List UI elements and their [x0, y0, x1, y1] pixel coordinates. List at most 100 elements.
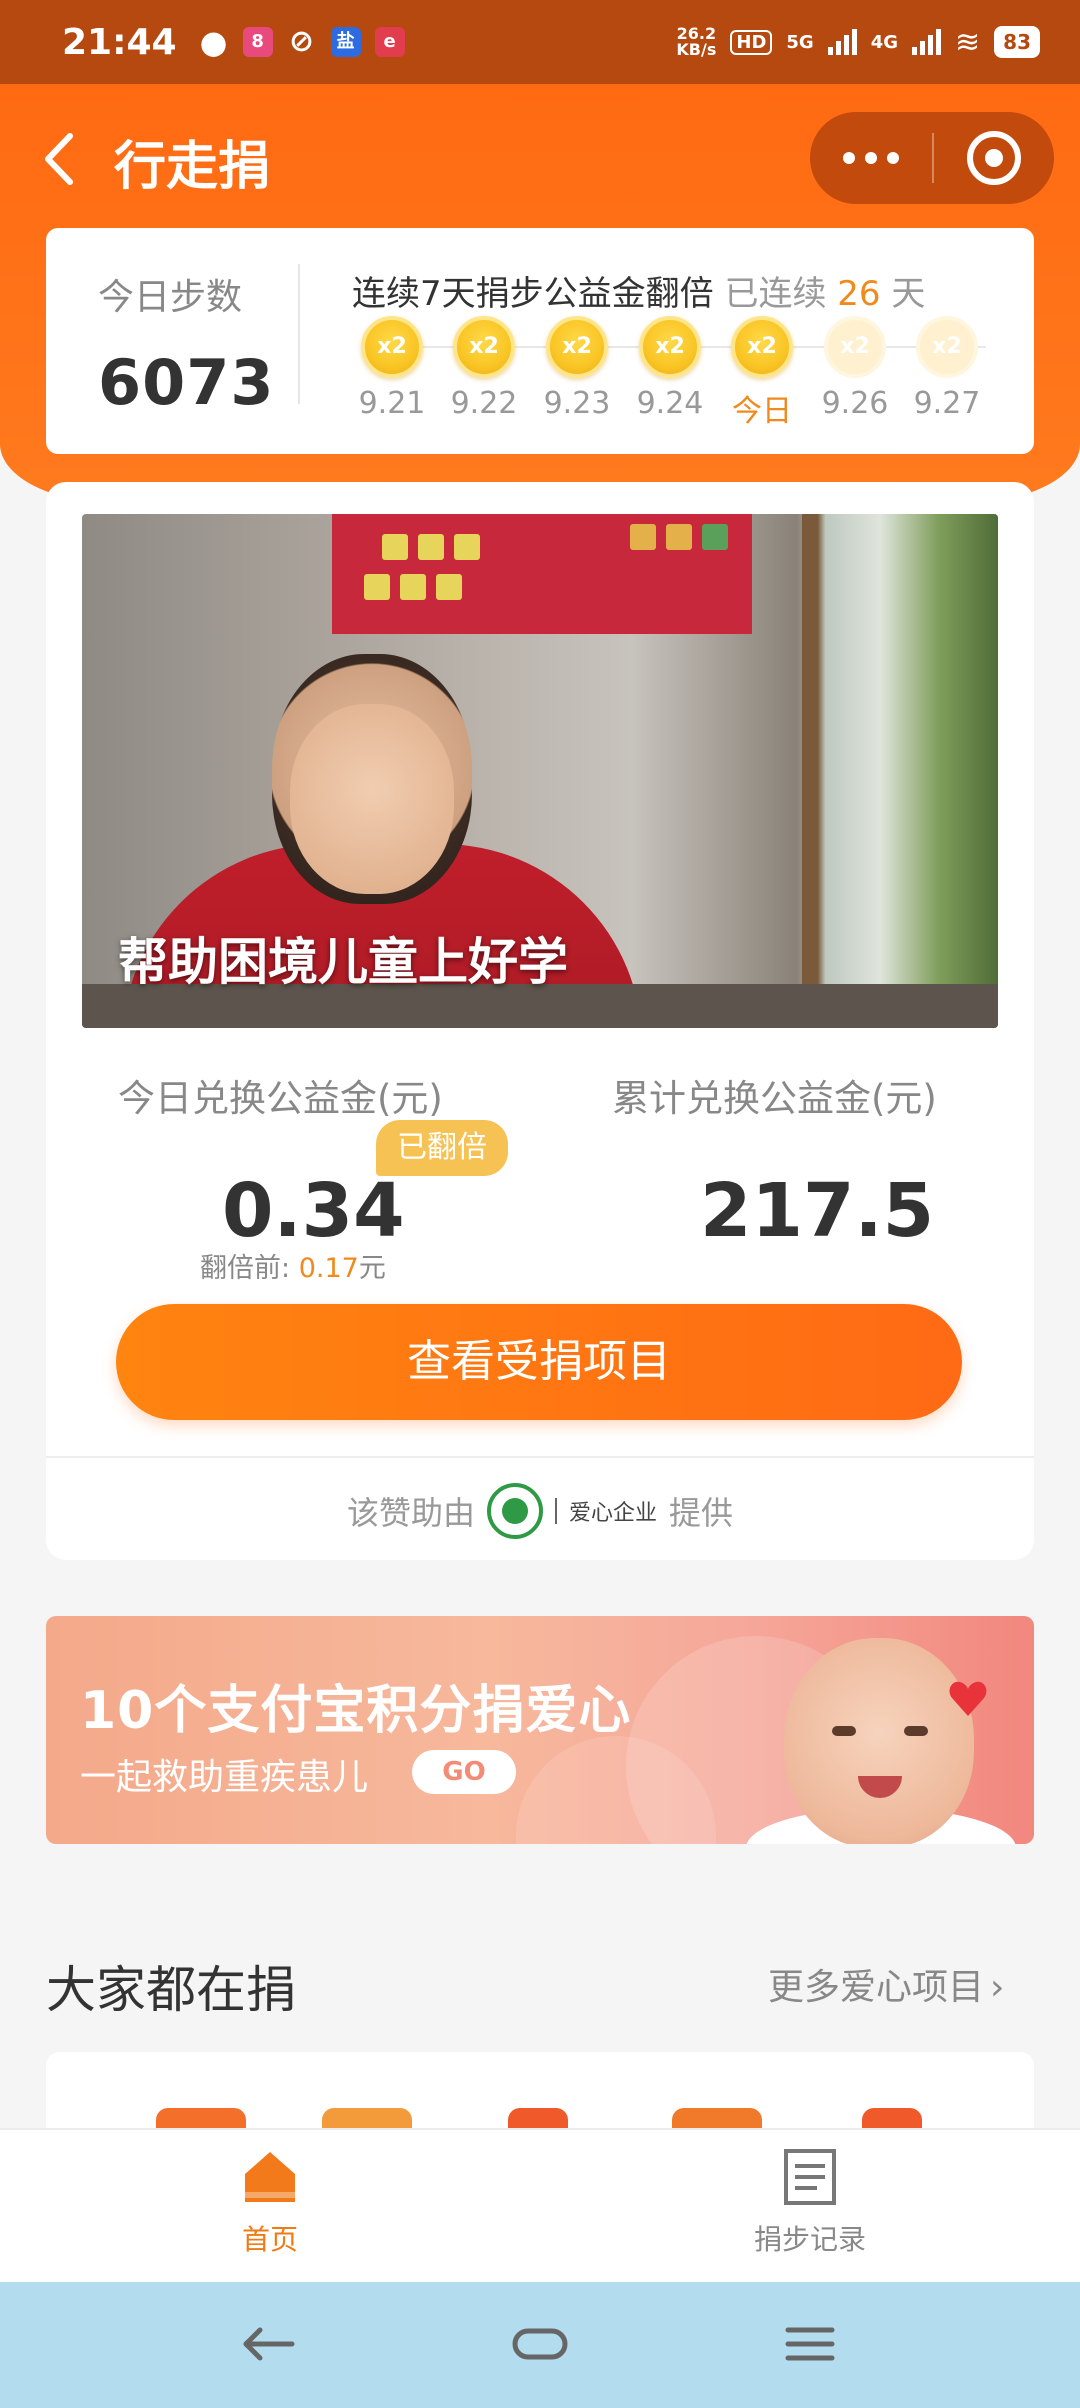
child-face [290, 704, 454, 894]
close-miniapp-button[interactable] [934, 112, 1054, 204]
streak-suffix: 天 [891, 274, 926, 314]
board-sticker [364, 574, 390, 600]
double-coin-icon: x2 [731, 316, 793, 378]
today-exchange-value: 0.34 [222, 1168, 405, 1254]
sponsor-logo-icon [486, 1483, 543, 1539]
signal-icon [827, 29, 857, 55]
page-title: 行走捐 [114, 137, 271, 197]
double-coin-icon: x2 [916, 316, 978, 378]
chat-notification-icon: ● [199, 23, 228, 61]
board-sticker [436, 574, 462, 600]
double-coin-icon: x2 [546, 316, 608, 378]
card-divider [46, 1456, 1034, 1458]
system-back-button[interactable] [230, 2314, 310, 2374]
before-double-note: 翻倍前: 0.17元 [200, 1246, 386, 1285]
before-double-prefix: 翻倍前: [200, 1253, 299, 1284]
tab-records[interactable]: 捐步记录 [660, 2130, 960, 2284]
day-label: 9.24 [636, 386, 704, 421]
arrow-left-icon [243, 2327, 295, 2361]
app-notification-icon: e [374, 27, 405, 57]
day-label: 9.27 [913, 386, 981, 421]
streak-day: x2 9.21 [352, 316, 432, 421]
document-list-icon [784, 2149, 836, 2205]
more-dots-icon [865, 152, 877, 164]
double-coin-icon: x2 [824, 316, 886, 378]
streak-day: x2 9.26 [815, 316, 895, 421]
system-nav-bar [0, 2282, 1080, 2408]
streak-prefix: 已连续 [724, 274, 827, 314]
total-exchange-value: 217.5 [700, 1168, 935, 1254]
more-dots-icon [887, 152, 899, 164]
back-button[interactable] [34, 122, 84, 196]
status-left: 21:44 ● 8 ⊘ 盐 e [62, 22, 405, 63]
classroom-window [802, 514, 998, 1028]
day-label: 9.21 [358, 386, 426, 421]
baby-photo [784, 1638, 974, 1844]
board-sticker [702, 524, 728, 550]
view-project-button[interactable]: 查看受捐项目 [116, 1304, 962, 1420]
app-notification-icon: 盐 [330, 27, 361, 57]
sponsor-separator [554, 1498, 557, 1524]
day-label: 9.22 [450, 386, 518, 421]
net-speed-unit: KB/s [676, 40, 717, 59]
streak-day: x2 9.23 [537, 316, 617, 421]
tab-home-label: 首页 [241, 2223, 298, 2256]
before-double-unit: 元 [358, 1253, 386, 1284]
board-sticker [454, 534, 480, 560]
tab-records-label: 捐步记录 [753, 2223, 866, 2256]
streak-day-today: x2 今日 [722, 316, 802, 430]
more-projects-label: 更多爱心项目 [768, 1967, 985, 2008]
before-double-value: 0.17 [298, 1253, 359, 1284]
heart-icon [949, 1681, 987, 1716]
hd-icon: HD [730, 29, 773, 55]
project-card: 帮助困境儿童上好学 今日兑换公益金(元) 累计兑换公益金(元) 已翻倍 0.34… [46, 482, 1034, 1560]
section-title: 大家都在捐 [46, 1961, 296, 2019]
streak-day: x2 9.24 [630, 316, 710, 421]
streak-title: 连续7天捐步公益金翻倍 已连续 26 天 [352, 266, 925, 315]
bottom-tab-bar: 首页 捐步记录 [0, 2128, 1080, 2282]
baby-eye [904, 1726, 928, 1736]
more-dots-icon [843, 152, 855, 164]
double-coin-icon: x2 [361, 316, 423, 378]
home-icon [245, 2152, 295, 2202]
target-circle-icon [967, 131, 1021, 185]
streak-days-row: x2 9.21 x2 9.22 x2 9.23 x2 9.24 x2 今日 x2… [352, 316, 1032, 446]
signal-icon [912, 29, 942, 55]
baby-eye [832, 1726, 856, 1736]
streak-days: 26 [837, 274, 881, 314]
day-label-today: 今日 [732, 394, 792, 429]
app-notification-icon: ⊘ [289, 24, 315, 59]
board-sticker [382, 534, 408, 560]
nav-bar: 行走捐 [0, 84, 1080, 232]
promo-banner[interactable]: 10个支付宝积分捐爱心 一起救助重疾患儿 GO [46, 1616, 1034, 1844]
board-sticker [666, 524, 692, 550]
streak-rule: 连续7天捐步公益金翻倍 [352, 274, 714, 314]
project-photo[interactable]: 帮助困境儿童上好学 [82, 514, 998, 1028]
steps-card: 今日步数 6073 连续7天捐步公益金翻倍 已连续 26 天 x2 9.21 x… [46, 228, 1034, 454]
promo-go-button[interactable]: GO [412, 1750, 516, 1794]
tab-home[interactable]: 首页 [120, 2130, 420, 2284]
more-button[interactable] [810, 112, 932, 204]
double-coin-icon: x2 [639, 316, 701, 378]
battery-icon: 83 [994, 26, 1040, 58]
net-5g-label: 5G [786, 31, 814, 53]
steps-label: 今日步数 [98, 277, 243, 318]
double-coin-icon: x2 [453, 316, 515, 378]
system-menu-button[interactable] [770, 2314, 850, 2374]
more-projects-link[interactable]: 更多爱心项目 › [768, 1958, 1004, 2010]
status-bar: 21:44 ● 8 ⊘ 盐 e 26.2 KB/s HD 5G 4G ≋ 83 [0, 0, 1080, 84]
streak-day: x2 9.27 [907, 316, 987, 421]
steps-divider [298, 264, 300, 404]
miniapp-capsule [810, 112, 1054, 204]
sponsor-prefix: 该赞助由 [346, 1494, 475, 1532]
project-list-card [46, 2052, 1034, 2132]
app-notification-icon: 8 [242, 27, 273, 57]
board-sticker [418, 534, 444, 560]
status-time: 21:44 [62, 21, 177, 63]
day-label: 9.23 [543, 386, 611, 421]
system-home-button[interactable] [500, 2314, 580, 2374]
today-exchange-label: 今日兑换公益金(元) [118, 1077, 443, 1120]
sponsor-row: 该赞助由 爱心企业 提供 [46, 1472, 1034, 1550]
status-right: 26.2 KB/s HD 5G 4G ≋ 83 [676, 25, 1040, 60]
chevron-left-icon [45, 133, 73, 185]
